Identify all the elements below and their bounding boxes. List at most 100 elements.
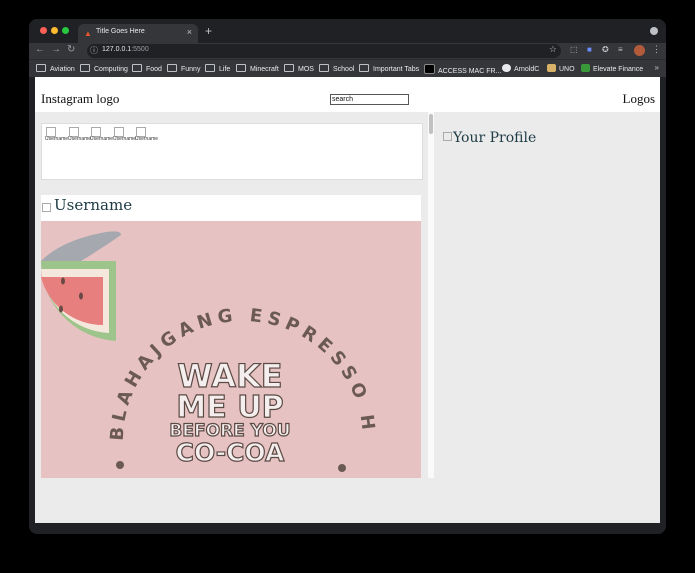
bookmark-label: UNO xyxy=(559,66,575,73)
elevate-finance-icon xyxy=(581,64,590,72)
bookmark-label: Elevate Finance xyxy=(593,66,644,73)
arc-dot-right xyxy=(338,464,346,472)
post-username[interactable]: Username xyxy=(54,196,132,214)
search-input[interactable]: search xyxy=(330,94,409,105)
bookmark-label: School xyxy=(333,66,355,73)
folder-icon xyxy=(236,64,246,72)
stories-bar: Username Username Username Username User… xyxy=(41,123,423,180)
story-item[interactable]: Username xyxy=(113,127,137,142)
story-item[interactable]: Username xyxy=(90,127,114,142)
bookmark-link[interactable]: ACCESS MAC FR... xyxy=(424,64,501,75)
profile-link[interactable]: Your Profile xyxy=(443,130,536,146)
bookmark-label: Aviation xyxy=(50,66,75,73)
bookmark-label: Funny xyxy=(181,66,201,73)
bookmark-folder[interactable]: Life xyxy=(205,64,230,73)
site-info-icon[interactable]: ⓘ xyxy=(90,45,98,56)
profile-avatar[interactable] xyxy=(634,45,645,56)
bookmark-label: Life xyxy=(219,66,231,73)
bookmark-folder[interactable]: MOS xyxy=(284,64,314,73)
broken-image-icon xyxy=(443,132,452,141)
story-item[interactable]: Username xyxy=(45,127,69,142)
scrollbar-thumb[interactable] xyxy=(429,114,433,134)
bookmark-label: Food xyxy=(146,66,162,73)
folder-icon xyxy=(80,64,90,72)
folder-icon xyxy=(359,64,369,72)
extension-icon[interactable]: ■ xyxy=(587,45,592,54)
access-site-icon xyxy=(424,64,435,74)
post-header: Username xyxy=(41,195,421,221)
profile-sidebar: Your Profile xyxy=(434,112,660,478)
bookmark-folder[interactable]: Important Tabs xyxy=(359,64,419,73)
bookmark-link[interactable]: UNO xyxy=(547,64,575,73)
html-favicon-icon: ▲ xyxy=(84,29,92,38)
bookmark-folder[interactable]: Computing xyxy=(80,64,128,73)
maximize-window-button[interactable] xyxy=(62,27,69,34)
site-header: Instagram logo search Logos xyxy=(35,77,660,112)
story-item[interactable]: Username xyxy=(68,127,92,142)
folder-icon xyxy=(319,64,329,72)
bookmark-label: ACCESS MAC FR... xyxy=(438,68,502,75)
folder-icon xyxy=(205,64,215,72)
instagram-logo[interactable]: Instagram logo xyxy=(41,91,119,107)
feed-column: Username Username Username Username User… xyxy=(35,112,428,478)
broken-image-icon xyxy=(42,203,51,212)
web-page: Instagram logo search Logos Username Use… xyxy=(35,77,660,523)
bookmark-label: ArnoldC xyxy=(514,66,540,73)
profile-label: Your Profile xyxy=(453,130,537,146)
screenshot-extension-icon[interactable]: ⬚ xyxy=(570,45,578,54)
bookmarks-overflow-icon[interactable]: » xyxy=(655,63,659,72)
bookmark-star-icon[interactable]: ☆ xyxy=(549,44,557,55)
browser-toolbar: ← → ↻ ⓘ 127.0.0.1:5500 ☆ ⬚ ■ ✪ ≡ ⋮ xyxy=(29,43,666,59)
tab-active[interactable]: ▲ Title Goes Here × xyxy=(78,24,198,43)
bookmark-link[interactable]: ArnoldC xyxy=(502,64,539,73)
bookmark-folder[interactable]: School xyxy=(319,64,354,73)
bookmark-folder[interactable]: Minecraft xyxy=(236,64,279,73)
story-item[interactable]: Username xyxy=(135,127,159,142)
tab-title: Title Goes Here xyxy=(96,28,145,35)
story-username: Username xyxy=(113,136,137,142)
folder-icon xyxy=(36,64,46,72)
address-bar[interactable]: ⓘ 127.0.0.1:5500 ☆ xyxy=(87,44,561,58)
tab-close-icon[interactable]: × xyxy=(187,27,192,37)
bookmark-folder[interactable]: Food xyxy=(132,64,162,73)
bookmark-folder[interactable]: Aviation xyxy=(36,64,75,73)
back-icon[interactable]: ← xyxy=(35,44,45,55)
tab-strip: ▲ Title Goes Here × + xyxy=(29,19,666,43)
story-username: Username xyxy=(135,136,159,142)
headline-line-4: CO-COA xyxy=(176,438,285,467)
tab-search-icon[interactable] xyxy=(650,27,658,35)
forward-icon[interactable]: → xyxy=(51,44,61,55)
new-tab-button[interactable]: + xyxy=(205,24,212,38)
folder-icon xyxy=(284,64,294,72)
headline-line-2: ME UP xyxy=(176,390,283,425)
logos-link[interactable]: Logos xyxy=(623,91,656,107)
story-username: Username xyxy=(90,136,114,142)
post-card: Username BLAHAJGANG ESPRESSO H WAKE ME U… xyxy=(41,195,421,478)
bookmark-label: MOS xyxy=(298,66,314,73)
bookmark-label: Minecraft xyxy=(250,66,279,73)
minimize-window-button[interactable] xyxy=(51,27,58,34)
url-text: 127.0.0.1:5500 xyxy=(102,46,149,53)
bookmarks-bar: Aviation Computing Food Funny Life Minec… xyxy=(29,59,666,77)
reload-icon[interactable]: ↻ xyxy=(67,44,75,55)
uno-site-icon xyxy=(547,64,556,72)
url-host: 127.0.0.1 xyxy=(102,46,132,53)
extensions-puzzle-icon[interactable]: ✪ xyxy=(602,45,609,54)
browser-menu-icon[interactable]: ⋮ xyxy=(652,44,661,55)
reading-list-icon[interactable]: ≡ xyxy=(618,45,623,54)
folder-icon xyxy=(132,64,142,72)
post-graphic: BLAHAJGANG ESPRESSO HOUR WAKE ME UP BEFO… xyxy=(41,221,421,478)
post-image[interactable]: BLAHAJGANG ESPRESSO HOUR WAKE ME UP BEFO… xyxy=(41,221,421,478)
github-icon xyxy=(502,64,511,72)
browser-window: ▲ Title Goes Here × + ← → ↻ ⓘ 127.0.0.1:… xyxy=(29,19,666,534)
url-port: :5500 xyxy=(131,46,149,53)
bookmark-folder[interactable]: Funny xyxy=(167,64,200,73)
arc-dot-left xyxy=(116,461,124,469)
story-username: Username xyxy=(68,136,92,142)
story-username: Username xyxy=(45,136,69,142)
bookmark-label: Computing xyxy=(94,66,128,73)
folder-icon xyxy=(167,64,177,72)
close-window-button[interactable] xyxy=(40,27,47,34)
bookmark-link[interactable]: Elevate Finance xyxy=(581,64,643,73)
bookmark-label: Important Tabs xyxy=(373,66,420,73)
